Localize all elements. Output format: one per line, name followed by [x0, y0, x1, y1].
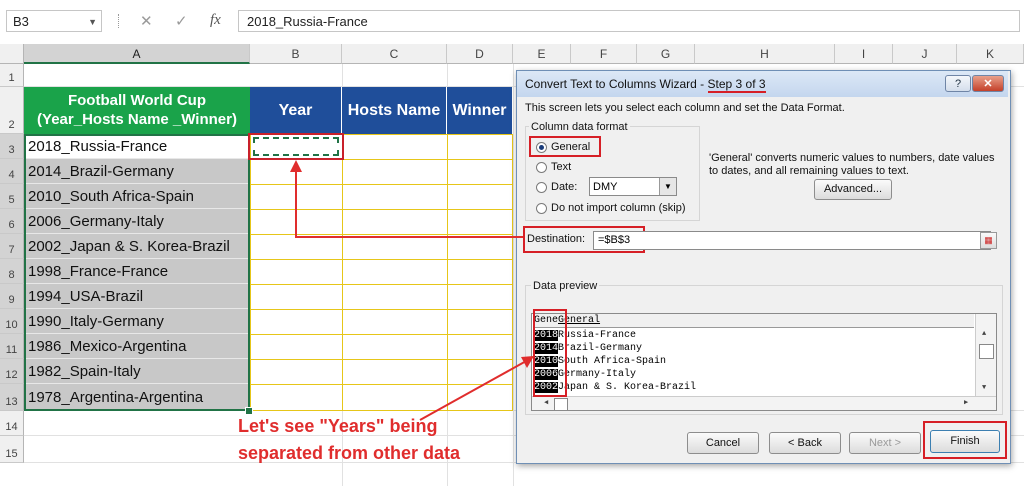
destination-arrow — [295, 167, 523, 238]
destination-arrow-head — [290, 160, 302, 172]
preview-arrow — [419, 359, 529, 421]
annotation-arrows — [290, 160, 534, 421]
